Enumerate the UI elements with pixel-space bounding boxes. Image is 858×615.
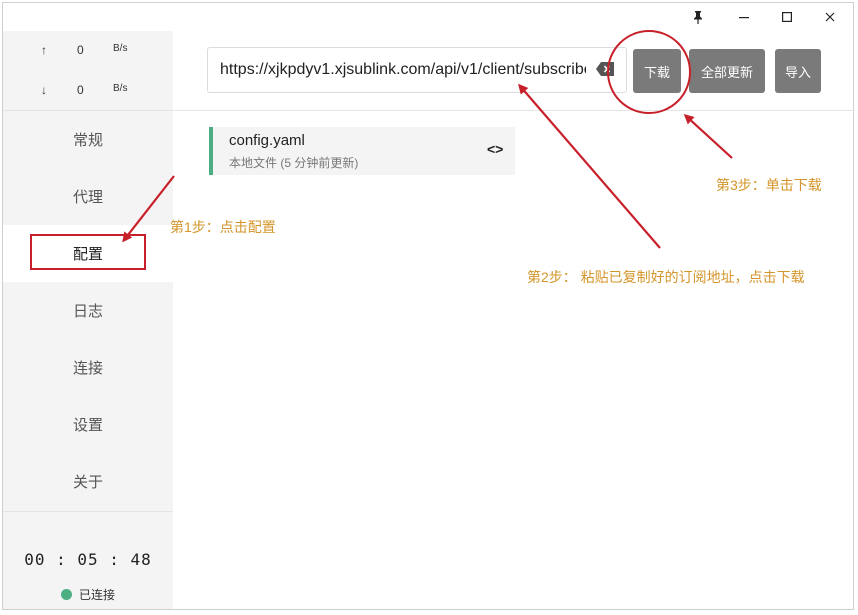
step2-annotation: 第2步： 粘贴已复制好的订阅地址，点击下载 [527, 269, 805, 285]
main-panel: https://xjkpdyv1.xjsublink.com/api/v1/cl… [173, 31, 855, 609]
connection-label: 已连接 [79, 588, 116, 602]
upload-arrow-icon: ↑ [41, 43, 47, 57]
upload-speed: ↑ 0 B/s [3, 43, 173, 63]
sidebar-item-settings[interactable]: 设置 [3, 396, 173, 453]
profile-name: config.yaml [229, 132, 305, 149]
sidebar-item-about[interactable]: 关于 [3, 453, 173, 510]
status-dot-icon [61, 589, 72, 600]
download-value: 0 [77, 83, 84, 97]
subscription-url-text[interactable]: https://xjkpdyv1.xjsublink.com/api/v1/cl… [220, 61, 586, 79]
close-icon[interactable] [819, 7, 841, 27]
sidebar-item-proxies[interactable]: 代理 [3, 168, 173, 225]
sidebar-item-logs[interactable]: 日志 [3, 282, 173, 339]
minimize-icon[interactable] [733, 7, 755, 27]
traffic-panel: ↑ 0 B/s ↓ 0 B/s [3, 31, 173, 111]
status-panel: 00 : 05 : 48 已连接 [3, 511, 173, 609]
sidebar: ↑ 0 B/s ↓ 0 B/s 常规 代理 配置 日志 连接 设置 关于 00 … [3, 31, 173, 609]
sidebar-item-general[interactable]: 常规 [3, 111, 173, 168]
profile-subtitle: 本地文件 (5 分钟前更新) [229, 156, 359, 170]
connection-status: 已连接 [61, 586, 115, 603]
step3-highlight-circle [607, 30, 691, 114]
maximize-icon[interactable] [776, 7, 798, 27]
sidebar-nav: 常规 代理 配置 日志 连接 设置 关于 [3, 111, 173, 510]
import-button[interactable]: 导入 [775, 49, 821, 93]
profile-toolbar: https://xjkpdyv1.xjsublink.com/api/v1/cl… [173, 31, 855, 111]
download-unit: B/s [113, 83, 128, 94]
upload-value: 0 [77, 43, 84, 57]
step3-annotation: 第3步：单击下载 [716, 177, 822, 193]
uptime-timer: 00 : 05 : 48 [24, 550, 152, 569]
pin-icon[interactable] [687, 7, 709, 27]
step1-annotation: 第1步：点击配置 [170, 219, 276, 235]
download-speed: ↓ 0 B/s [3, 83, 173, 103]
app-window: ↑ 0 B/s ↓ 0 B/s 常规 代理 配置 日志 连接 设置 关于 00 … [2, 2, 855, 610]
sidebar-item-connections[interactable]: 连接 [3, 339, 173, 396]
update-all-button[interactable]: 全部更新 [689, 49, 765, 93]
code-edit-icon[interactable]: <> [487, 141, 503, 157]
subscription-url-input[interactable]: https://xjkpdyv1.xjsublink.com/api/v1/cl… [207, 47, 627, 93]
profile-card[interactable]: config.yaml 本地文件 (5 分钟前更新) <> [209, 127, 515, 175]
upload-unit: B/s [113, 43, 128, 54]
title-bar [3, 3, 853, 31]
download-arrow-icon: ↓ [41, 83, 47, 97]
step1-highlight-box [30, 234, 146, 270]
